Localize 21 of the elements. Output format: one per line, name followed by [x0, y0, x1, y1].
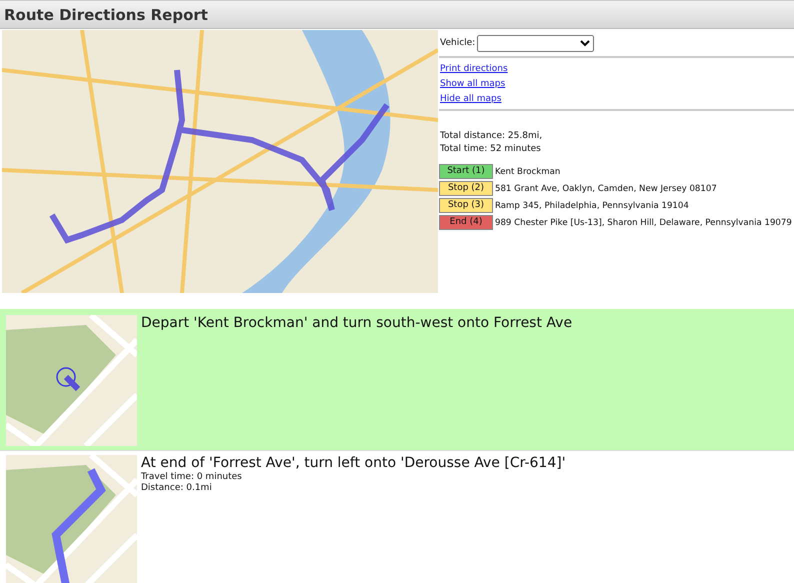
stop-address: Kent Brockman	[495, 166, 560, 176]
step-detail: Distance: 0.1mi	[141, 483, 213, 494]
vehicle-dropdown[interactable]	[477, 34, 594, 52]
direction-text: Depart 'Kent Brockman' and turn south-west onto Forrest Ave	[141, 315, 572, 332]
stop-address: 581 Grant Ave, Oaklyn, Camden, New Jersey 08107	[495, 184, 717, 194]
link[interactable]: Show all maps	[440, 78, 506, 91]
direction-text: At end of 'Forrest Ave', turn left onto 'Derousse Ave [Cr-614]'	[141, 455, 566, 472]
stop-address: Ramp 345, Philadelphia, Pennsylvania 19104	[495, 200, 689, 210]
window-title: Route Directions Report	[4, 6, 208, 24]
step-detail: Travel time: 0 minutes	[141, 472, 243, 483]
stop-label: End (4)	[439, 215, 493, 230]
link[interactable]: Print directions	[440, 63, 508, 76]
summary-text: Total distance: 25.8mi,	[440, 130, 544, 143]
stop-label: Start (1)	[439, 164, 493, 179]
link[interactable]: Hide all maps	[440, 93, 502, 106]
stop-label: Stop (2)	[439, 181, 493, 196]
vehicle-label: Vehicle:	[440, 38, 476, 48]
stop-address: 989 Chester Pike [Us-13], Sharon Hill, Delaware, Pennsylvania 19079	[495, 218, 792, 228]
summary-text: Total time: 52 minutes	[440, 143, 542, 156]
stop-label: Stop (3)	[439, 198, 493, 213]
direction-step[interactable]: Depart 'Kent Brockman' and turn south-west onto Forrest Ave	[0, 309, 794, 451]
